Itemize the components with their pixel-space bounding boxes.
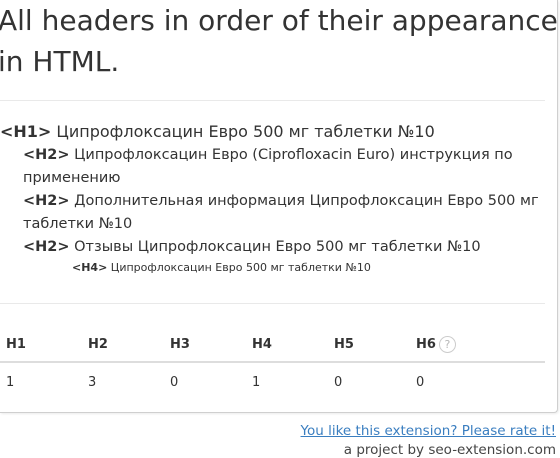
header-tag: <H2> <box>23 193 70 209</box>
count-h4: 1 <box>252 374 261 390</box>
table-row: 1 3 0 1 0 0 <box>0 362 545 401</box>
header-item-h2: <H2> Дополнительная информация Ципрофлок… <box>0 190 552 236</box>
count-h6: 0 <box>416 374 425 390</box>
header-text: Дополнительная информация Ципрофлоксацин… <box>23 193 539 232</box>
header-text: Ципрофлоксацин Евро (Ciprofloxacin Euro)… <box>23 147 513 186</box>
table-header-row: H1 H2 H3 H4 H5 H6? <box>0 327 545 363</box>
count-h2: 3 <box>88 374 97 390</box>
column-header-h1: H1 <box>0 327 82 363</box>
column-header-h6: H6? <box>410 327 545 363</box>
header-item-h4: <H4> Ципрофлоксацин Евро 500 мг таблетки… <box>0 259 552 276</box>
column-header-h2: H2 <box>82 327 164 363</box>
header-tag: <H2> <box>23 147 70 163</box>
header-text: Отзывы Ципрофлоксацин Евро 500 мг таблет… <box>69 239 481 255</box>
header-text: Ципрофлоксацин Евро 500 мг таблетки №10 <box>51 122 435 141</box>
column-header-h3: H3 <box>164 327 246 363</box>
headers-list: <H1> Ципрофлоксацин Евро 500 мг таблетки… <box>0 120 552 276</box>
count-h5: 0 <box>334 374 343 390</box>
divider <box>0 100 545 101</box>
help-icon[interactable]: ? <box>438 335 456 353</box>
header-tag: <H2> <box>23 239 70 255</box>
rate-extension-link[interactable]: You like this extension? Please rate it! <box>301 423 556 439</box>
header-item-h1: <H1> Ципрофлоксацин Евро 500 мг таблетки… <box>0 120 552 144</box>
column-header-h4: H4 <box>246 327 328 363</box>
header-tag: <H1> <box>0 122 52 141</box>
column-header-label: H6 <box>416 336 436 352</box>
divider <box>0 303 545 304</box>
column-header-h5: H5 <box>328 327 410 363</box>
header-text: Ципрофлоксацин Евро 500 мг таблетки №10 <box>107 261 371 274</box>
page-title: All headers in order of their appearance… <box>0 4 558 78</box>
headers-panel: All headers in order of their appearance… <box>0 0 558 413</box>
header-item-h2: <H2> Ципрофлоксацин Евро (Ciprofloxacin … <box>0 144 552 190</box>
header-tag: <H4> <box>72 261 108 274</box>
count-h3: 0 <box>170 374 179 390</box>
header-item-h2: <H2> Отзывы Ципрофлоксацин Евро 500 мг т… <box>0 236 552 259</box>
header-count-table: H1 H2 H3 H4 H5 H6? 1 3 0 1 0 0 <box>0 327 545 401</box>
count-h1: 1 <box>6 374 15 390</box>
